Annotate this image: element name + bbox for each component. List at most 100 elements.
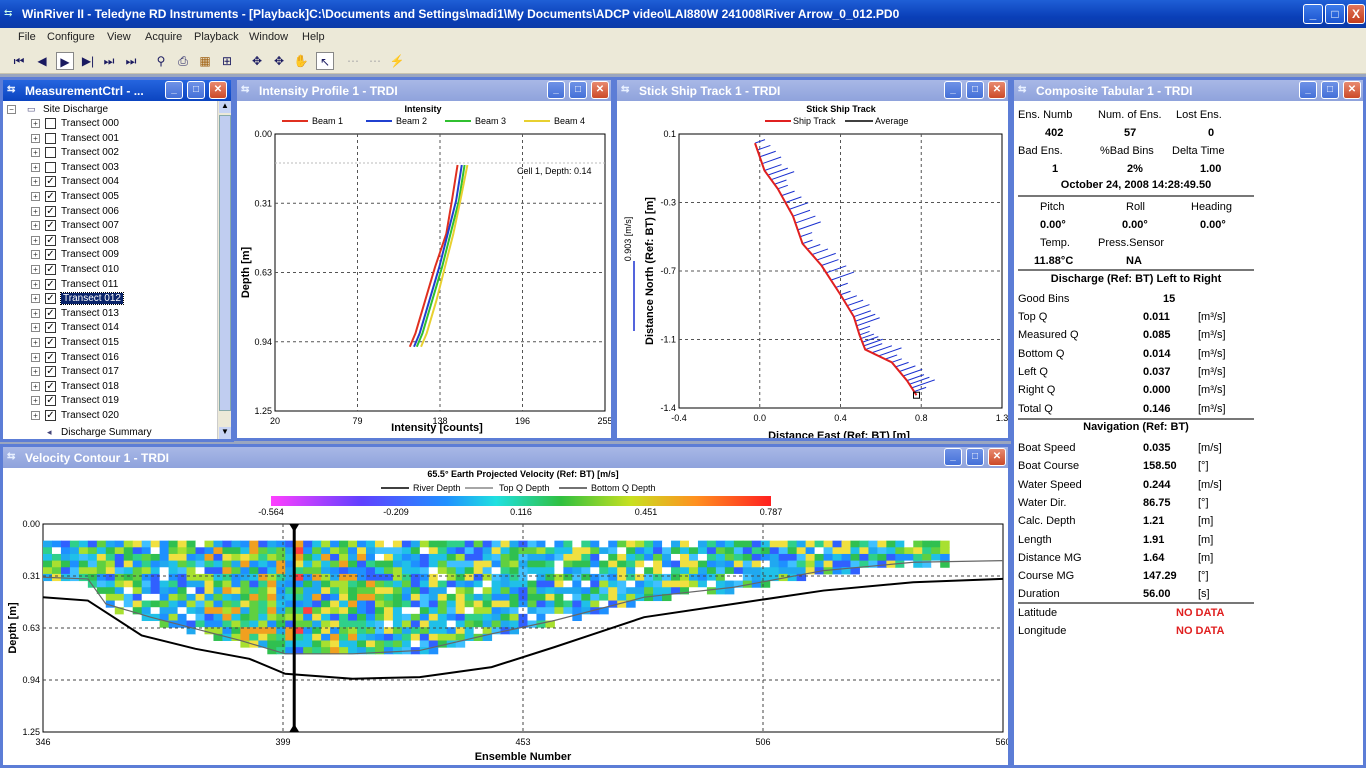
expand-icon[interactable]: + [31,192,40,201]
expand-icon[interactable]: + [31,206,40,216]
expand-icon[interactable]: + [31,162,40,172]
tree-item-transect[interactable]: + ✓ Transect 011 [3,278,213,292]
intensity-chart[interactable]: 20 79 138 196 2550.000.310.630.941.25Intensi… [237,101,611,438]
tree-item-transect[interactable]: + ✓ Transect 012 [3,292,213,306]
transect-checkbox[interactable]: ✓ [45,234,56,246]
menu-file[interactable]: File [18,31,36,43]
minimize-button[interactable]: _ [547,81,565,99]
transect-checkbox[interactable]: ✓ [45,176,56,188]
tree-item-transect[interactable]: + ✓ Transect 010 [3,263,213,277]
expand-icon[interactable]: + [31,367,40,377]
pan2-icon[interactable]: ✥ [270,52,288,70]
expand-icon[interactable]: + [31,279,40,289]
close-button[interactable]: ✕ [209,81,227,99]
transect-checkbox[interactable]: ✓ [45,278,56,290]
scroll-thumb[interactable] [219,115,231,411]
expand-icon[interactable]: + [31,381,40,391]
transect-checkbox[interactable]: ✓ [45,205,56,217]
transect-checkbox[interactable]: ✓ [45,264,56,275]
maximize-button[interactable]: □ [1325,4,1345,24]
tree-item-transect[interactable]: + ✓ Transect 020 [3,409,213,423]
lightning-icon[interactable]: ⚡ [388,52,406,70]
transect-checkbox[interactable]: ✓ [45,322,56,334]
minimize-button[interactable]: _ [165,81,183,99]
transect-checkbox[interactable]: ✓ [45,366,56,378]
tree-item-transect[interactable]: + ✓ Transect 007 [3,219,213,233]
transect-checkbox[interactable]: ✓ [45,307,56,319]
play-icon[interactable]: ▶ [56,52,74,70]
menu-acquire[interactable]: Acquire [145,31,182,43]
tree-item-transect[interactable]: + ✓ Transect 008 [3,234,213,248]
maximize-button[interactable]: □ [966,81,984,99]
transect-checkbox[interactable] [45,118,56,129]
step-icon[interactable]: ⏭ [100,52,118,70]
tree-item-transect[interactable]: + ✓ Transect 009 [3,248,213,262]
grid-icon[interactable]: ⊞ [218,52,236,70]
menu-playback[interactable]: Playback [194,31,239,43]
menu-help[interactable]: Help [302,31,325,43]
tree-item-transect[interactable]: + ✓ Transect 019 [3,394,213,408]
close-button[interactable]: X [1347,4,1365,24]
shiptrack-chart[interactable]: -0.4 0.0 0.4 0.8 1.3 0.1 -0.3 -0.7 -1.1 -1.4 Stick… [617,101,1008,438]
expand-icon[interactable]: + [31,119,40,128]
transect-checkbox[interactable] [45,147,56,159]
transect-checkbox[interactable]: ✓ [45,337,56,348]
maximize-button[interactable]: □ [966,448,984,466]
expand-icon[interactable]: + [31,148,40,158]
next-icon[interactable]: ▶| [79,52,97,70]
tree-item-transect[interactable]: + ✓ Transect 016 [3,351,213,365]
expand-icon[interactable]: + [31,294,40,304]
transect-checkbox[interactable]: ✓ [45,249,56,261]
scroll-down-icon[interactable]: ▼ [219,427,231,439]
transect-checkbox[interactable]: ✓ [45,351,56,363]
transect-checkbox[interactable]: ✓ [45,191,56,202]
expand-icon[interactable]: + [31,250,40,260]
zoom-icon[interactable]: ⚲ [152,52,170,70]
export-icon[interactable]: ⎙ [174,52,192,70]
minimize-button[interactable]: _ [1303,4,1323,24]
tree-item-transect[interactable]: + ✓ Transect 015 [3,336,213,350]
tree-item-transect[interactable]: + ✓ Transect 013 [3,307,213,321]
expand-icon[interactable]: + [31,338,40,347]
expand-icon[interactable]: + [31,265,40,274]
expand-icon[interactable]: + [31,308,40,318]
chart-icon[interactable]: ▦ [196,52,214,70]
velocity-contour-chart[interactable]: 65.5° Earth Projected Velocity (Ref: BT)… [3,468,1008,765]
tree-summary[interactable]: ◂ Discharge Summary [3,426,213,439]
first-icon[interactable]: ⏮ [10,52,28,70]
tree-scrollbar[interactable]: ▲ ▼ [217,101,231,439]
tree-item-transect[interactable]: + ✓ Transect 017 [3,365,213,379]
minimize-button[interactable]: _ [1299,81,1317,99]
last-icon[interactable]: ⏭ [122,52,140,70]
close-button[interactable]: ✕ [1343,81,1361,99]
minimize-button[interactable]: _ [944,81,962,99]
close-button[interactable]: ✕ [591,81,609,99]
tree-item-transect[interactable]: + ✓ Transect 014 [3,321,213,335]
tree-item-transect[interactable]: + ✓ Transect 006 [3,205,213,219]
scroll-up-icon[interactable]: ▲ [219,101,231,113]
hand-icon[interactable]: ✋ [292,52,310,70]
maximize-button[interactable]: □ [1321,81,1339,99]
transect-checkbox[interactable] [45,161,56,173]
tree-item-transect[interactable]: + Transect 002 [3,146,213,160]
tree-item-transect[interactable]: + Transect 001 [3,132,213,146]
tree-item-transect[interactable]: + Transect 000 [3,117,213,131]
transect-checkbox[interactable]: ✓ [45,293,56,305]
maximize-button[interactable]: □ [187,81,205,99]
tree-item-transect[interactable]: + ✓ Transect 005 [3,190,213,204]
menu-window[interactable]: Window [249,31,288,43]
tree-item-transect[interactable]: + ✓ Transect 004 [3,175,213,189]
minimize-button[interactable]: _ [944,448,962,466]
expand-icon[interactable]: + [31,177,40,187]
tree-root[interactable]: − ▭ Site Discharge [3,103,213,117]
transect-checkbox[interactable]: ✓ [45,380,56,392]
expand-icon[interactable]: + [31,396,40,406]
collapse-icon[interactable]: − [7,105,16,114]
transect-checkbox[interactable]: ✓ [45,220,56,232]
maximize-button[interactable]: □ [569,81,587,99]
tree-item-transect[interactable]: + Transect 003 [3,161,213,175]
close-button[interactable]: ✕ [988,448,1006,466]
expand-icon[interactable]: + [31,411,40,420]
expand-icon[interactable]: + [31,221,40,231]
expand-icon[interactable]: + [31,133,40,143]
